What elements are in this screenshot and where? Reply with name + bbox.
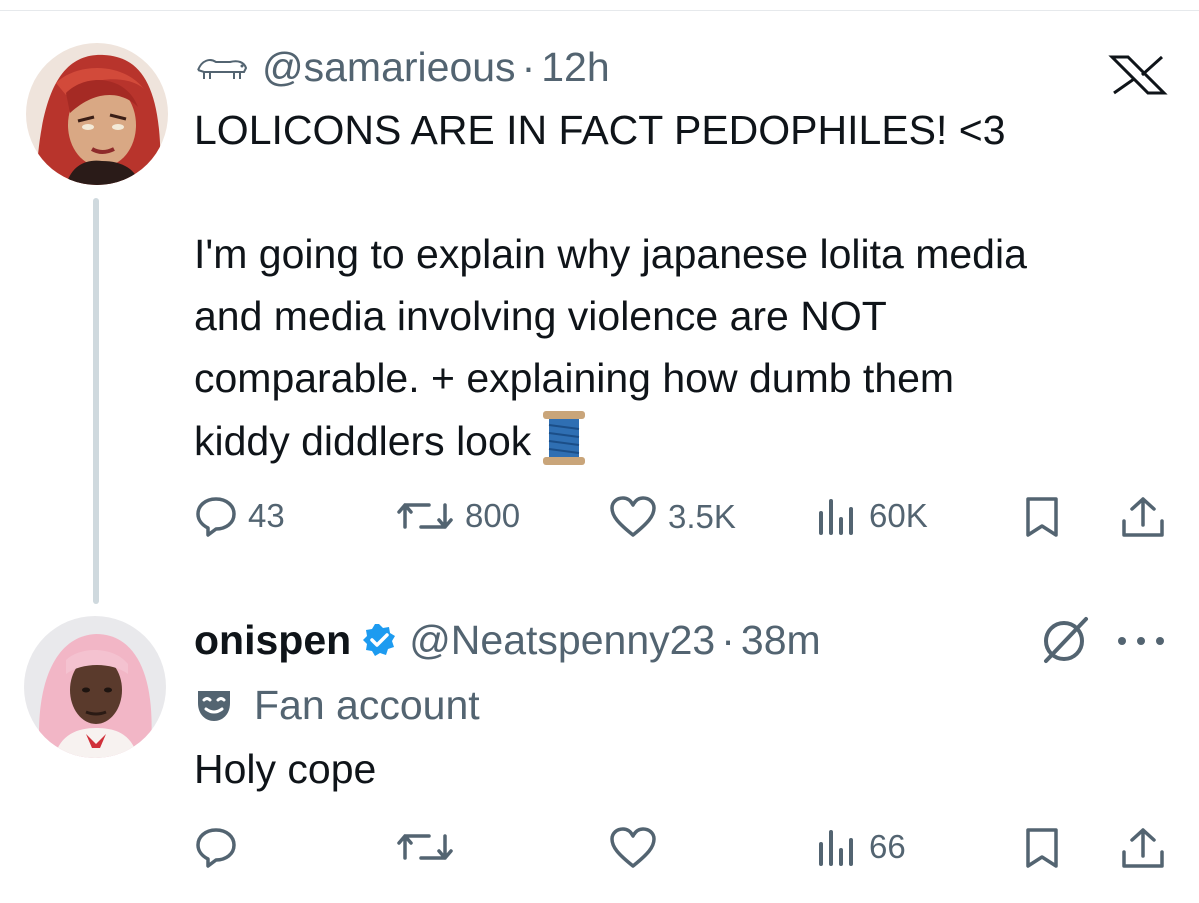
like-count: 3.5K bbox=[668, 498, 736, 535]
reply-count: 43 bbox=[248, 497, 285, 534]
tweet-line-last: kiddy diddlers look bbox=[194, 409, 1027, 471]
bookmark-icon bbox=[1026, 828, 1058, 868]
tweet-header: @samarieous · 12h bbox=[194, 42, 610, 92]
reply-icon bbox=[196, 828, 236, 868]
like-button[interactable]: 3.5K bbox=[608, 495, 736, 539]
share-button[interactable] bbox=[1120, 826, 1166, 870]
tweet-line: I'm going to explain why japanese lolita… bbox=[194, 231, 1027, 277]
mask-icon bbox=[198, 691, 230, 721]
share-icon bbox=[1122, 828, 1164, 868]
user-handle[interactable]: @Neatspenny23 bbox=[409, 617, 715, 664]
share-icon bbox=[1122, 497, 1164, 537]
view-count: 66 bbox=[869, 828, 906, 865]
bookmark-icon bbox=[1026, 497, 1058, 537]
timestamp[interactable]: 38m bbox=[741, 617, 821, 664]
separator-dot: · bbox=[721, 616, 735, 663]
tweet-line: comparable. + explaining how dumb them bbox=[194, 355, 955, 401]
share-button[interactable] bbox=[1120, 495, 1166, 539]
avatar[interactable] bbox=[26, 43, 168, 185]
avatar[interactable] bbox=[24, 616, 166, 758]
account-label: Fan account bbox=[194, 677, 480, 733]
reply-icon bbox=[196, 497, 236, 537]
repost-button[interactable]: 800 bbox=[395, 495, 520, 537]
views-icon bbox=[819, 830, 853, 866]
more-icon[interactable] bbox=[1114, 634, 1168, 648]
views-button[interactable]: 60K bbox=[815, 495, 928, 537]
x-logo-icon bbox=[1108, 55, 1168, 95]
bookmark-button[interactable] bbox=[1022, 826, 1062, 870]
top-divider bbox=[0, 0, 1199, 11]
user-handle[interactable]: @samarieous bbox=[262, 44, 516, 91]
repost-count: 800 bbox=[465, 497, 521, 534]
reply-button[interactable] bbox=[194, 826, 238, 868]
tweet-headline: LOLICONS ARE IN FACT PEDOPHILES! <3 bbox=[194, 107, 1006, 153]
thread-line bbox=[93, 198, 99, 604]
display-name[interactable]: onispen bbox=[194, 617, 351, 664]
bookmark-button[interactable] bbox=[1022, 495, 1062, 539]
tweet-line: kiddy diddlers look bbox=[194, 418, 532, 464]
views-icon bbox=[819, 499, 853, 535]
account-label-text: Fan account bbox=[254, 681, 480, 728]
heart-icon bbox=[610, 827, 656, 868]
view-count: 60K bbox=[869, 497, 928, 534]
reply-text: Holy cope bbox=[194, 746, 377, 792]
tweet-line: and media involving violence are NOT bbox=[194, 293, 887, 339]
tweet-header: onispen @Neatspenny23 · 38m bbox=[194, 614, 821, 666]
timestamp[interactable]: 12h bbox=[541, 44, 609, 91]
verified-badge-icon bbox=[363, 624, 396, 656]
like-button[interactable] bbox=[608, 826, 658, 870]
heart-icon bbox=[610, 496, 656, 537]
tweet-body: I'm going to explain why japanese lolita… bbox=[194, 223, 1027, 471]
grok-icon[interactable] bbox=[1038, 613, 1094, 667]
repost-button[interactable] bbox=[395, 826, 455, 868]
spool-emoji-icon bbox=[543, 411, 586, 465]
mascot-emoji-icon bbox=[197, 59, 248, 79]
reply-button[interactable]: 43 bbox=[194, 495, 285, 537]
separator-dot: · bbox=[521, 43, 536, 90]
views-button[interactable]: 66 bbox=[815, 826, 906, 868]
repost-icon bbox=[397, 503, 453, 529]
repost-icon bbox=[397, 834, 453, 860]
